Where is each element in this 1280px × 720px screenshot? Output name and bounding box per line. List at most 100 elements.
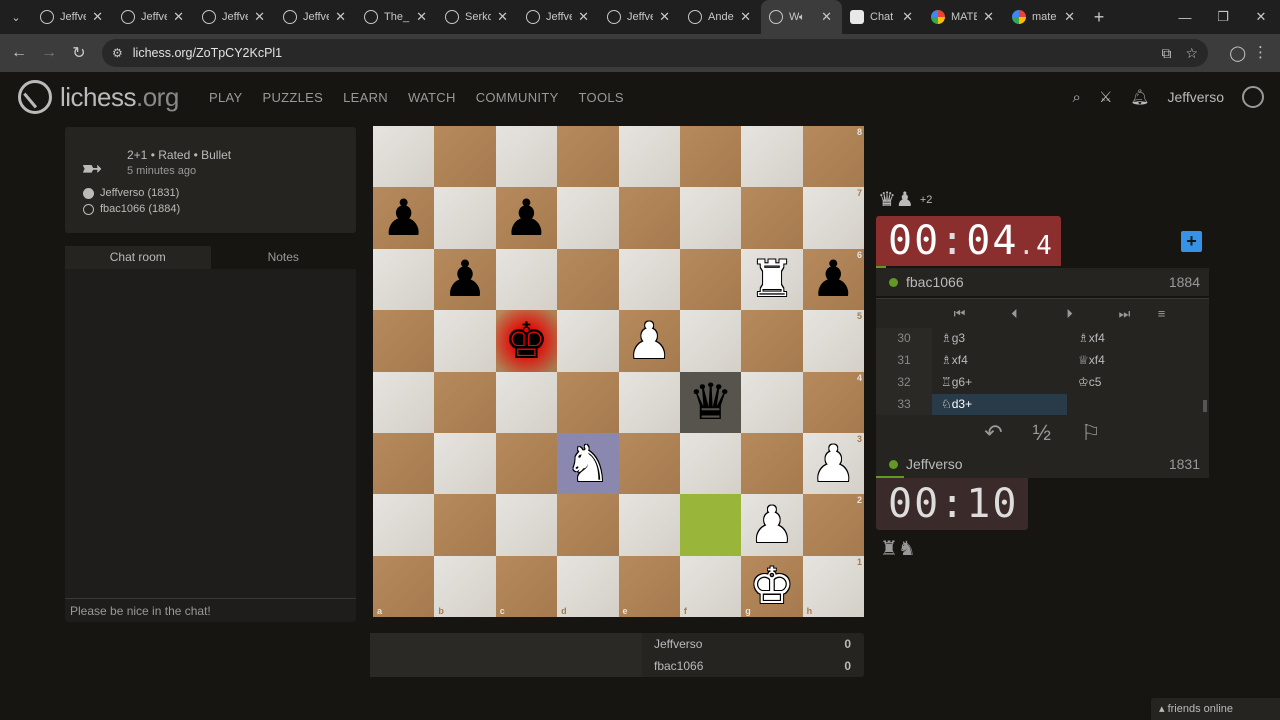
site-logo[interactable]: lichess.org [18,80,179,114]
browser-tab[interactable]: W 🔈︎ ✕ [761,0,842,34]
black-pawn-icon[interactable]: ♟ [381,193,426,243]
tab-notes[interactable]: Notes [210,246,356,269]
square-a3[interactable] [373,432,435,495]
close-tab-icon[interactable]: ✕ [335,9,346,25]
square-a2[interactable] [373,494,435,556]
square-e2[interactable] [618,494,680,556]
square-d5[interactable] [557,310,619,372]
close-tab-icon[interactable]: ✕ [659,9,670,25]
close-tab-icon[interactable]: ✕ [821,9,832,25]
close-tab-icon[interactable]: ✕ [578,9,589,25]
browser-tab[interactable]: Jeffverso ✕ [194,0,275,34]
crosstable-row[interactable]: Jeffverso 0 [654,633,854,655]
browser-tab[interactable]: Serko ✕ [437,0,518,34]
profile-icon[interactable]: ◯ [1229,44,1246,62]
browser-tab[interactable]: Jeffverso ✕ [599,0,680,34]
square-a6[interactable] [373,248,435,311]
browser-tab[interactable]: Jeffverso ✕ [275,0,356,34]
square-f3[interactable] [679,432,742,495]
black-pawn-icon[interactable]: ♟ [443,254,488,304]
square-g2[interactable]: ♟ [741,494,803,556]
white-move[interactable]: ♖g6+ [932,372,1067,394]
square-h7[interactable]: 7 [802,187,864,249]
white-rook-icon[interactable]: ♜ [750,254,795,304]
square-f8[interactable] [679,126,742,188]
browser-menu-icon[interactable]: ⋮ [1253,43,1268,61]
browser-tab[interactable]: Ander ✕ [680,0,761,34]
move-list-scrollbar[interactable] [1203,400,1207,412]
install-app-icon[interactable]: ⧉ [1161,45,1171,62]
browser-tab[interactable]: Jeffverso ✕ [32,0,113,34]
white-knight-icon[interactable]: ♞ [565,439,610,489]
square-d3[interactable]: ♞ [557,432,619,495]
square-e4[interactable] [618,371,680,433]
square-b7[interactable] [434,187,496,249]
square-e8[interactable] [618,126,680,188]
prev-move-button[interactable]: ⏴ [987,306,1042,322]
url-field[interactable]: ⚙ lichess.org/ZoTpCY2KcPl1 ⧉ ☆ [102,39,1208,67]
close-tab-icon[interactable]: ✕ [740,9,751,25]
square-f4[interactable]: ♛ [679,371,742,433]
square-g4[interactable] [741,371,803,433]
notification-bell-icon[interactable]: 🔔︎ [1130,88,1149,106]
square-e6[interactable] [618,248,680,311]
opponent-name[interactable]: fbac1066 [906,274,964,290]
square-f6[interactable] [679,248,742,311]
black-move[interactable] [1070,394,1200,416]
black-pawn-icon[interactable]: ♟ [504,193,549,243]
takeback-button[interactable]: ↶ [984,420,1002,446]
nav-watch[interactable]: WATCH [408,90,456,105]
square-c1[interactable]: c [495,555,558,617]
give-time-button[interactable]: + [1181,231,1202,252]
square-b4[interactable] [434,371,496,433]
back-icon[interactable]: ← [4,44,34,62]
browser-tab[interactable]: MATE ✕ [923,0,1004,34]
close-tab-icon[interactable]: ✕ [173,9,184,25]
white-move[interactable]: ♗g3 [932,328,1067,350]
square-h4[interactable]: 4 [802,371,864,433]
square-f2[interactable] [679,494,742,556]
square-a7[interactable]: ♟ [373,187,435,249]
user-menu[interactable]: Jeffverso [1167,89,1224,105]
forward-icon[interactable]: → [34,44,64,62]
square-c3[interactable] [495,432,558,495]
square-c7[interactable]: ♟ [495,187,558,249]
close-tab-icon[interactable]: ✕ [902,9,913,25]
close-tab-icon[interactable]: ✕ [254,9,265,25]
close-tab-icon[interactable]: ✕ [983,9,994,25]
white-pawn-icon[interactable]: ♟ [750,500,795,550]
browser-tab[interactable]: Jeffverso ✕ [113,0,194,34]
square-a4[interactable] [373,371,435,433]
square-a5[interactable] [373,310,435,372]
square-e1[interactable]: e [618,555,680,617]
tab-search-icon[interactable]: ⌄ [0,0,32,34]
new-tab-button[interactable]: + [1085,7,1113,28]
square-f7[interactable] [679,187,742,249]
chess-board[interactable]: 8 ♟ ♟ 7 ♟ ♜ ♟ 6 ♚ ♟ 5 ♛ 4 ♞ ♟ 3 ♟ 2 a b c d e f ♚ g 1 h [373,126,864,617]
square-e7[interactable] [618,187,680,249]
chat-input[interactable]: Please be nice in the chat! [65,598,356,622]
white-move[interactable]: ♘d3+ [932,394,1067,416]
browser-tab[interactable]: The_ ✕ [356,0,437,34]
square-a8[interactable] [373,126,435,188]
square-c2[interactable] [495,494,558,556]
nav-tools[interactable]: TOOLS [579,90,624,105]
white-king-icon[interactable]: ♚ [750,561,795,611]
square-b6[interactable]: ♟ [434,248,496,311]
black-move[interactable]: ♗xf4 [1070,328,1200,350]
close-window-icon[interactable]: ✕ [1242,0,1280,34]
reload-icon[interactable]: ↻ [64,43,94,63]
nav-community[interactable]: COMMUNITY [476,90,559,105]
square-g8[interactable] [741,126,803,188]
close-tab-icon[interactable]: ✕ [92,9,103,25]
user-avatar-icon[interactable] [1242,86,1264,108]
black-king-icon[interactable]: ♚ [504,316,549,366]
close-tab-icon[interactable]: ✕ [497,9,508,25]
white-pawn-icon[interactable]: ♟ [811,439,856,489]
square-g5[interactable] [741,310,803,372]
nav-play[interactable]: PLAY [209,90,242,105]
bookmark-star-icon[interactable]: ☆ [1185,45,1198,62]
site-info-icon[interactable]: ⚙ [112,46,123,60]
close-tab-icon[interactable]: ✕ [416,9,427,25]
square-f5[interactable] [679,310,742,372]
